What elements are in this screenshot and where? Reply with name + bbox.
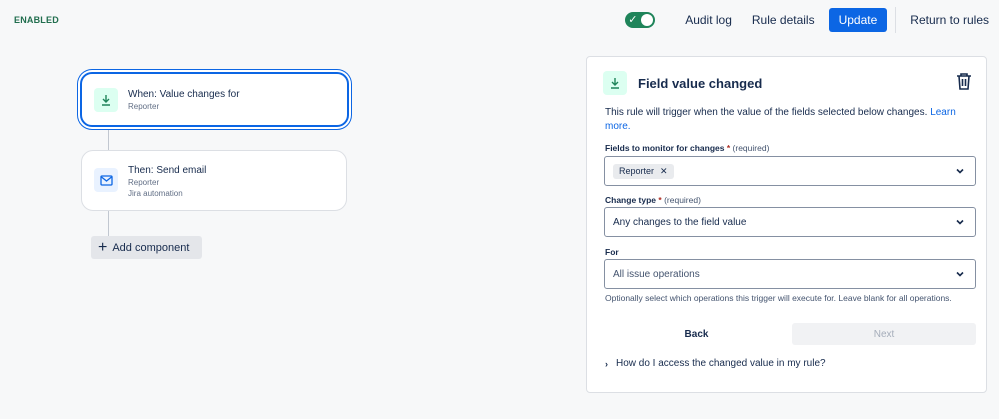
change-type-select[interactable]: Any changes to the field value bbox=[604, 207, 976, 237]
faq-expander[interactable]: › How do I access the changed value in m… bbox=[605, 358, 826, 369]
change-label-text: Change type bbox=[605, 195, 657, 205]
for-label: For bbox=[605, 247, 619, 257]
required-text: (required) bbox=[664, 195, 701, 205]
fields-select[interactable]: Reporter ✕ bbox=[604, 156, 976, 186]
rule-details-button[interactable]: Rule details bbox=[742, 8, 825, 32]
toggle-knob bbox=[641, 14, 654, 26]
next-button[interactable]: Next bbox=[792, 323, 976, 345]
trash-icon[interactable] bbox=[956, 72, 972, 95]
back-button[interactable]: Back bbox=[604, 323, 789, 345]
email-icon bbox=[94, 168, 118, 192]
plus-icon: + bbox=[98, 238, 108, 256]
add-component-label: Add component bbox=[112, 241, 190, 254]
flow-connector bbox=[108, 126, 109, 150]
close-icon[interactable]: ✕ bbox=[660, 166, 668, 177]
action-subtitle: Reporter bbox=[128, 178, 160, 187]
panel-title: Field value changed bbox=[638, 75, 763, 91]
check-icon: ✓ bbox=[628, 14, 638, 26]
action-title: Then: Send email bbox=[128, 165, 207, 176]
toolbar-divider bbox=[895, 7, 897, 33]
faq-label: How do I access the changed value in my … bbox=[616, 358, 826, 369]
required-text: (required) bbox=[732, 143, 770, 153]
change-type-value: Any changes to the field value bbox=[613, 216, 747, 228]
add-component-button[interactable]: + Add component bbox=[91, 236, 202, 259]
trigger-card[interactable]: When: Value changes for Reporter bbox=[80, 72, 349, 127]
required-mark: * bbox=[658, 195, 662, 205]
description-text: This rule will trigger when the value of… bbox=[605, 107, 928, 118]
action-card[interactable]: Then: Send email Reporter Jira automatio… bbox=[81, 150, 347, 211]
top-toolbar: ✓ Audit log Rule details Update Return t… bbox=[625, 7, 999, 33]
audit-log-button[interactable]: Audit log bbox=[675, 8, 742, 32]
for-hint: Optionally select which operations this … bbox=[605, 293, 952, 303]
return-to-rules-button[interactable]: Return to rules bbox=[900, 8, 999, 32]
chevron-down-icon bbox=[955, 166, 965, 179]
fields-label: Fields to monitor for changes * (require… bbox=[605, 143, 769, 153]
enable-toggle[interactable]: ✓ bbox=[625, 12, 656, 28]
for-placeholder: All issue operations bbox=[613, 268, 700, 280]
chevron-down-icon bbox=[955, 269, 965, 282]
change-type-label: Change type * (required) bbox=[605, 195, 701, 205]
status-badge: ENABLED bbox=[14, 15, 59, 25]
field-chip: Reporter ✕ bbox=[613, 163, 674, 179]
required-mark: * bbox=[726, 143, 731, 153]
for-select[interactable]: All issue operations bbox=[604, 259, 976, 289]
component-config-panel: Field value changed This rule will trigg… bbox=[586, 56, 987, 393]
field-changed-icon bbox=[603, 71, 627, 95]
panel-description: This rule will trigger when the value of… bbox=[605, 106, 975, 134]
trigger-title: When: Value changes for bbox=[128, 89, 240, 100]
field-changed-icon bbox=[94, 88, 118, 112]
chevron-down-icon bbox=[955, 217, 965, 230]
chip-label: Reporter bbox=[619, 166, 655, 176]
action-subtitle-2: Jira automation bbox=[128, 189, 183, 198]
update-button[interactable]: Update bbox=[828, 8, 888, 32]
trigger-subtitle: Reporter bbox=[128, 102, 160, 111]
fields-label-text: Fields to monitor for changes bbox=[605, 143, 725, 153]
flow-connector bbox=[108, 211, 109, 237]
chevron-right-icon: › bbox=[605, 358, 608, 369]
